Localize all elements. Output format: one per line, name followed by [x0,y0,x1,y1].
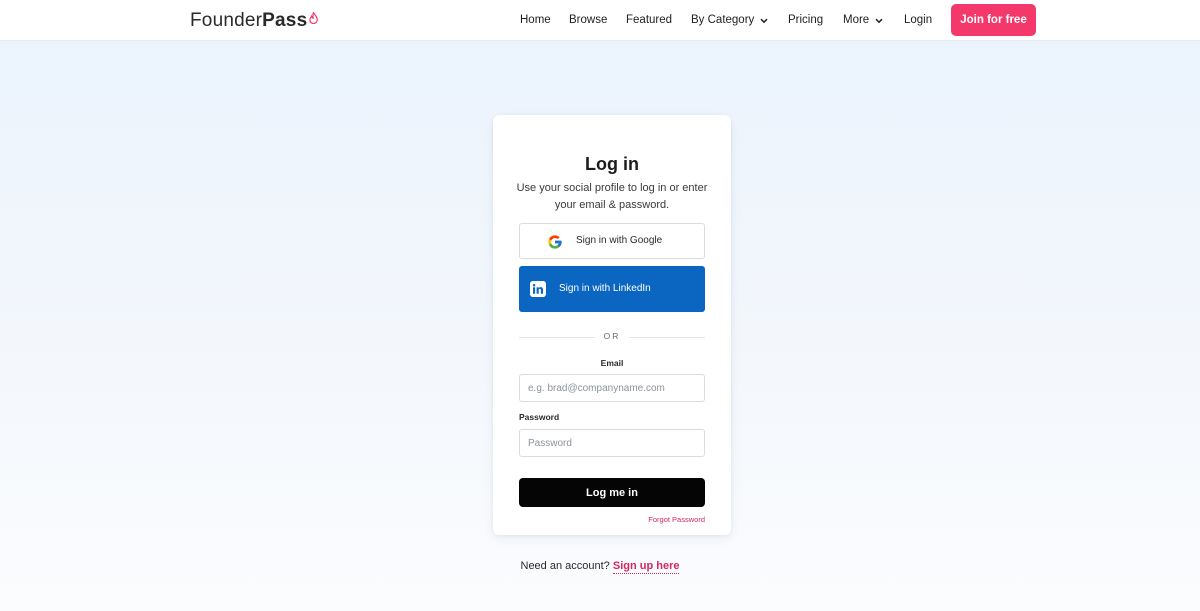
password-label: Password [519,412,560,422]
page-title: Log in [585,154,639,174]
divider-line-right [629,337,705,338]
chevron-down-icon [760,18,768,23]
signup-prompt: Need an account? Sign up here [0,560,1200,574]
login-subtitle: Use your social profile to log in or ent… [516,182,708,211]
divider-or-text: OR [603,331,621,341]
nav-by-category-dropdown[interactable]: By Category [691,13,768,28]
nav-home[interactable]: Home [520,13,551,28]
google-icon [548,235,562,249]
founderpass-logo[interactable]: Founder Pass [190,9,319,33]
email-field[interactable] [519,374,705,402]
sign-in-with-linkedin-button[interactable]: Sign in with LinkedIn [519,266,705,312]
join-for-free-button[interactable]: Join for free [951,4,1036,36]
nav-browse[interactable]: Browse [569,13,607,28]
or-divider: OR [519,331,705,343]
nav-more-dropdown[interactable]: More [843,13,883,28]
logo-text-bold: Pass [262,10,308,31]
sign-up-link[interactable]: Sign up here [612,560,680,574]
nav-login[interactable]: Login [904,13,932,28]
nav-pricing[interactable]: Pricing [788,13,823,28]
signup-prompt-text: Need an account? [520,560,610,572]
sign-in-with-google-button[interactable]: Sign in with Google [519,223,705,259]
password-field[interactable] [519,429,705,457]
logo-text-light: Founder [190,10,263,31]
linkedin-icon [530,281,546,297]
google-button-label: Sign in with Google [576,235,663,246]
nav-more-label: More [843,14,870,26]
log-me-in-button[interactable]: Log me in [519,478,705,507]
login-card: Log in Use your social profile to log in… [493,115,731,535]
nav-featured[interactable]: Featured [626,13,672,28]
forgot-password-link[interactable]: Forgot Password [648,515,705,524]
nav-by-category-label: By Category [691,14,755,26]
top-navigation-bar: Founder Pass Home Browse Featured By Cate… [0,0,1200,41]
chevron-down-icon [875,18,883,23]
flame-icon [309,12,319,24]
email-label: Email [600,358,624,368]
linkedin-button-label: Sign in with LinkedIn [559,283,651,294]
